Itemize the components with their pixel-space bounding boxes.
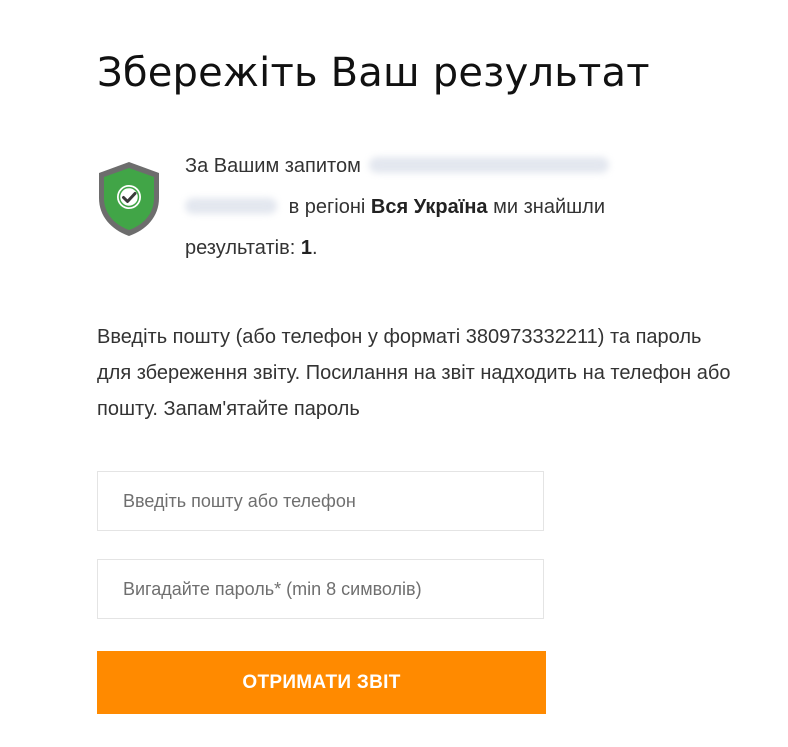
search-result-summary: За Вашим запитом в регіоні Вся Україна м…	[97, 140, 737, 270]
email-or-phone-input[interactable]	[97, 471, 544, 531]
found-suffix: ми знайшли	[493, 196, 605, 218]
results-count: 1	[300, 237, 312, 259]
instructions-text: Введіть пошту (або телефон у форматі 380…	[97, 326, 731, 420]
redacted-query-name-continued	[185, 198, 277, 214]
region-prefix: в регіоні	[288, 196, 366, 218]
get-report-button[interactable]: ОТРИМАТИ ЗВІТ	[97, 651, 546, 714]
result-prefix: За Вашим запитом	[185, 155, 361, 177]
page-title: Збережіть Ваш результат	[97, 50, 650, 96]
password-input[interactable]	[97, 559, 544, 619]
redacted-query-name	[368, 157, 609, 173]
result-description: За Вашим запитом в регіоні Вся Україна м…	[185, 146, 655, 269]
results-label: результатів:	[185, 237, 296, 259]
region-name: Вся Україна	[370, 196, 488, 218]
results-end: .	[311, 237, 318, 259]
shield-check-icon	[99, 162, 159, 236]
